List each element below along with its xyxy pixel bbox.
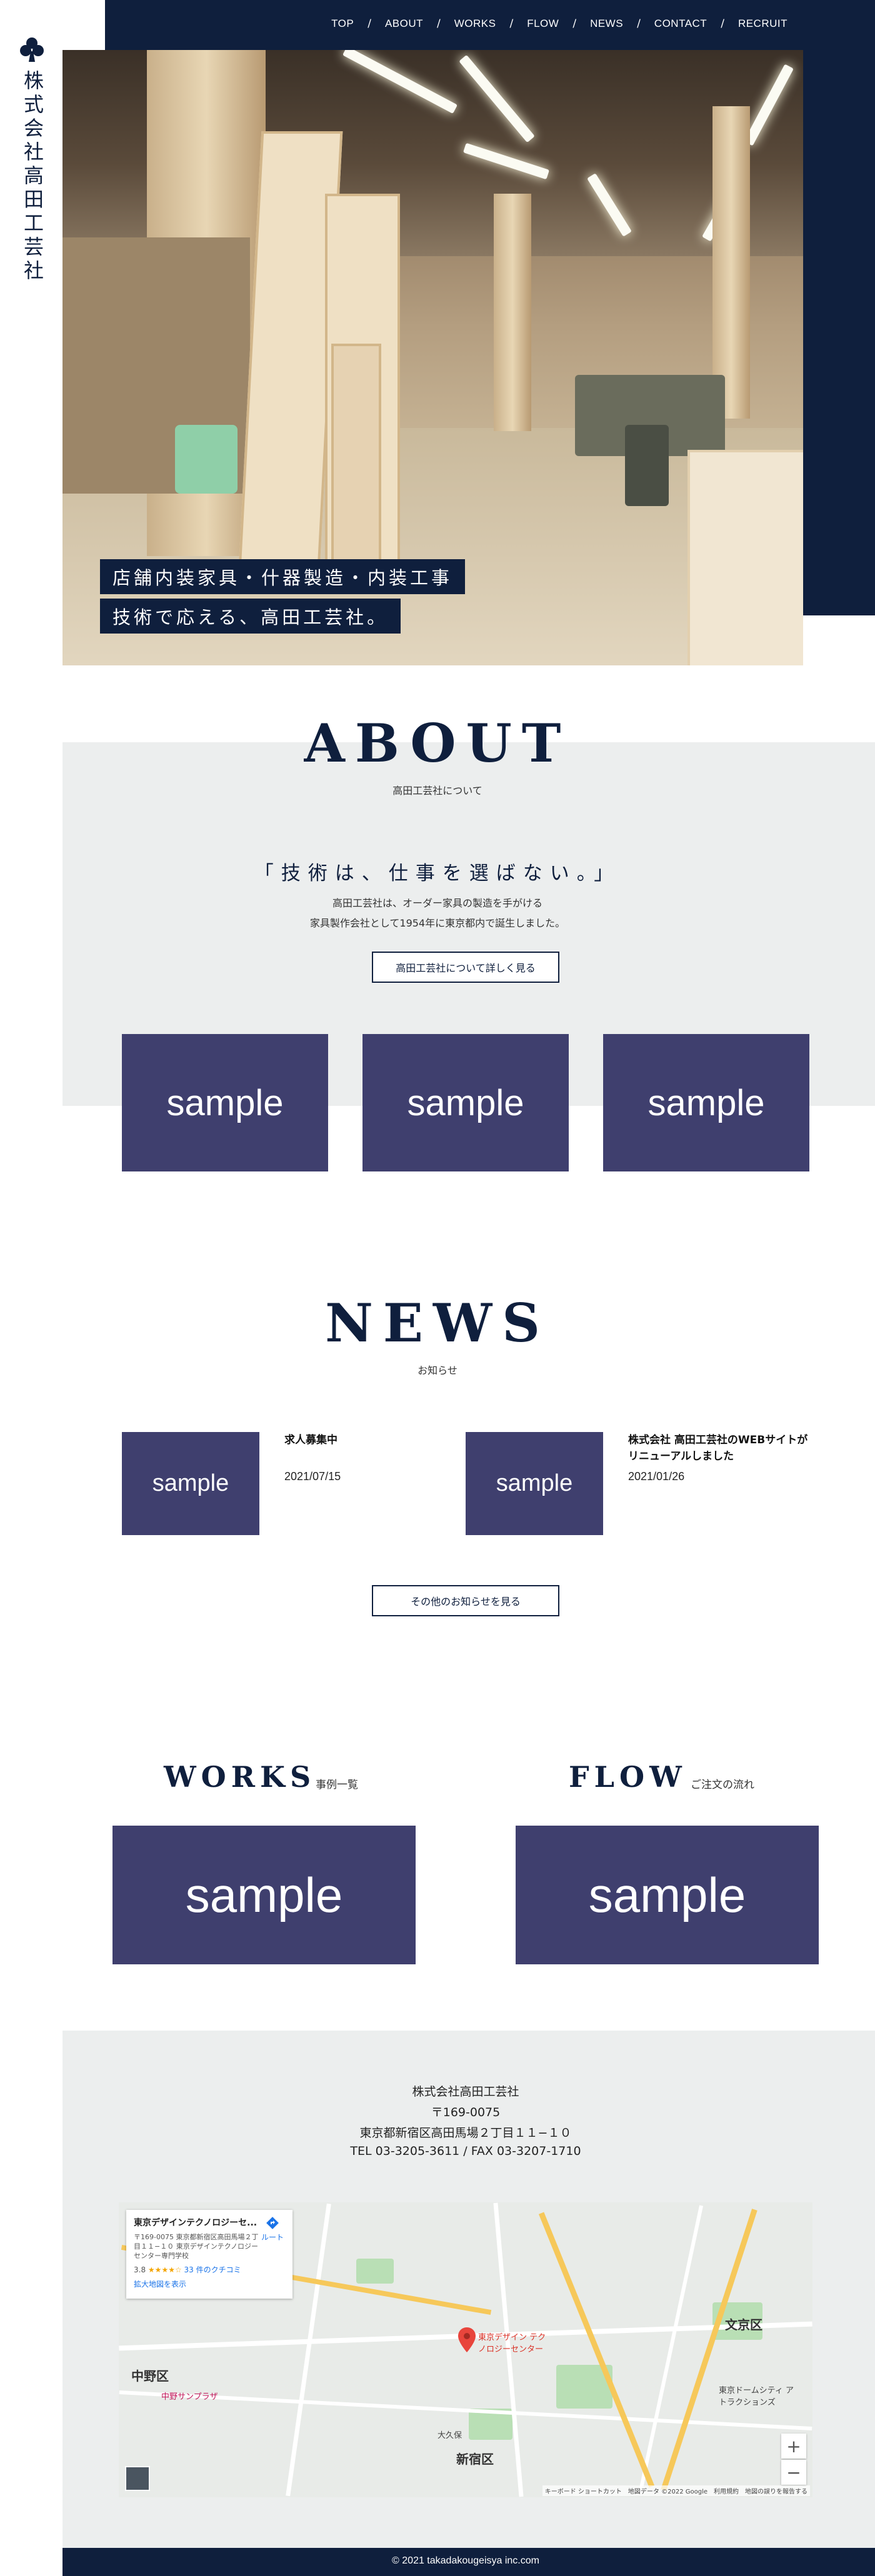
news-item-title[interactable]: 求人募集中: [284, 1432, 447, 1448]
news-item-date: 2021/07/15: [284, 1470, 341, 1483]
map-place-rating: 3.8 ★★★★☆ 33 件のクチコミ: [134, 2264, 285, 2275]
map-zoom-out-button[interactable]: −: [781, 2460, 806, 2485]
map-label: 中野サンプラザ: [161, 2392, 218, 2402]
nav-item-top: TOP /: [331, 17, 385, 30]
map-road: [286, 2203, 331, 2497]
news-item-date: 2021/01/26: [628, 1470, 685, 1483]
map-label: 東京デザイン テクノロジーセンター: [478, 2333, 546, 2354]
hero-pillar: [712, 106, 750, 419]
map-highway: [661, 2209, 758, 2491]
map-label: 大久保: [438, 2431, 462, 2440]
nav-link-works[interactable]: WORKS: [454, 17, 496, 30]
nav-list: TOP / ABOUT / WORKS / FLOW / NEWS / CONTACT / …: [331, 17, 788, 30]
about-sample-image[interactable]: sample: [362, 1034, 569, 1171]
hero-machine: [625, 425, 669, 506]
nav-separator: /: [572, 17, 577, 30]
directions-icon: [266, 2217, 279, 2229]
flow-thumbnail[interactable]: sample: [516, 1826, 819, 1964]
company-zip: 〒169-0075: [431, 2106, 501, 2119]
map-place-address: 〒169-0075 東京都新宿区高田馬場２丁目１１−１０ 東京デザインテクノロジ…: [134, 2233, 259, 2260]
hero-image: 店舗内装家具・什器製造・内装工事 技術で応える、高田工芸社。: [62, 50, 803, 665]
nav-link-about[interactable]: ABOUT: [385, 17, 423, 30]
about-catchphrase: 「技術は、仕事を選ばない。」: [254, 862, 621, 885]
map-review-count[interactable]: 33 件のクチコミ: [184, 2265, 241, 2274]
nav-link-flow[interactable]: FLOW: [527, 17, 559, 30]
nav-item-contact: CONTACT /: [654, 17, 738, 30]
map-satellite-toggle[interactable]: [125, 2466, 150, 2491]
hero-pillar: [494, 194, 531, 431]
map-rating-value: 3.8: [134, 2265, 146, 2274]
map-larger-link[interactable]: 拡大地図を表示: [134, 2279, 285, 2289]
nav-separator: /: [509, 17, 514, 30]
company-address: 東京都新宿区高田馬場２丁目１１−１０: [359, 2126, 572, 2140]
company-tel-fax: TEL 03-3205-3611 / FAX 03-3207-1710: [350, 2144, 581, 2158]
map-label: 新宿区: [456, 2452, 494, 2467]
about-subtitle: 高田工芸社について: [392, 785, 482, 797]
nav-link-contact[interactable]: CONTACT: [654, 17, 707, 30]
nav-link-top[interactable]: TOP: [331, 17, 354, 30]
about-sample-image[interactable]: sample: [603, 1034, 809, 1171]
map-label: 中野区: [131, 2369, 169, 2384]
nav-item-works: WORKS /: [454, 17, 527, 30]
map-label: 東京ドームシティ アトラクションズ: [719, 2386, 794, 2407]
map-highway: [538, 2212, 655, 2488]
map-rating-stars-icon: ★★★★☆: [148, 2265, 182, 2274]
works-subtitle: 事例一覧: [316, 1779, 358, 1791]
map-route-button[interactable]: ルート: [261, 2216, 284, 2242]
map-pin-icon[interactable]: [458, 2327, 476, 2352]
club-logo-icon[interactable]: [19, 36, 45, 62]
hero-bags: [175, 425, 238, 494]
nav-link-recruit[interactable]: RECRUIT: [738, 17, 788, 30]
company-name: 株式会社高田工芸社: [412, 2085, 519, 2099]
nav-link-news[interactable]: NEWS: [590, 17, 623, 30]
google-map[interactable]: 中野区 新宿区 文京区 大久保 中野サンプラザ 東京ドームシティ アトラクション…: [119, 2202, 812, 2497]
map-road: [638, 2205, 704, 2495]
hero-caption-line1: 店舗内装家具・什器製造・内装工事: [100, 559, 466, 594]
map-route-label: ルート: [261, 2233, 284, 2242]
map-zoom-in-button[interactable]: +: [781, 2434, 806, 2459]
nav-separator: /: [637, 17, 641, 30]
map-place-card: 東京デザインテクノロジーセ... 〒169-0075 東京都新宿区高田馬場２丁目…: [126, 2210, 292, 2299]
nav-separator: /: [437, 17, 441, 30]
works-thumbnail[interactable]: sample: [112, 1826, 416, 1964]
hero-board: [688, 450, 803, 665]
news-thumbnail[interactable]: sample: [466, 1432, 603, 1535]
map-park: [356, 2259, 394, 2284]
footer-copyright: © 2021 takadakougeisya inc.com: [392, 2555, 539, 2566]
hero-caption-line2: 技術で応える、高田工芸社。: [100, 599, 401, 634]
flow-subtitle: ご注文の流れ: [691, 1779, 754, 1791]
nav-item-news: NEWS /: [590, 17, 654, 30]
nav-item-recruit: RECRUIT: [738, 17, 788, 30]
about-body-line2: 家具製作会社として1954年に東京都内で誕生しました。: [309, 917, 566, 929]
nav-separator: /: [368, 17, 371, 30]
hero-board: [331, 344, 381, 569]
about-body-line1: 高田工芸社は、オーダー家具の製造を手がける: [332, 897, 542, 909]
nav-item-flow: FLOW /: [527, 17, 590, 30]
news-more-button[interactable]: その他のお知らせを見る: [372, 1585, 559, 1616]
nav-separator: /: [721, 17, 724, 30]
map-label: 文京区: [725, 2317, 762, 2332]
news-subtitle: お知らせ: [418, 1365, 458, 1376]
news-thumbnail[interactable]: sample: [122, 1432, 259, 1535]
company-logo-text[interactable]: 株式会社高田工芸社: [20, 70, 45, 284]
flow-title: FLOW: [569, 1760, 687, 1794]
map-road: [119, 2390, 812, 2431]
about-title: ABOUT: [304, 712, 571, 774]
news-item-title[interactable]: 株式会社 高田工芸社のWEBサイトがリニューアルしました: [628, 1432, 816, 1465]
nav-item-about: ABOUT /: [385, 17, 454, 30]
about-sample-image[interactable]: sample: [122, 1034, 328, 1171]
hero-accent-block: [803, 50, 875, 615]
map-attribution: キーボード ショートカット 地図データ ©2022 Google 利用規約 地図…: [542, 2485, 810, 2496]
works-title: WORKS: [164, 1760, 316, 1794]
about-more-button[interactable]: 高田工芸社について詳しく見る: [372, 952, 559, 983]
top-nav: TOP / ABOUT / WORKS / FLOW / NEWS / CONTACT / …: [105, 0, 875, 50]
news-title: NEWS: [325, 1292, 550, 1354]
